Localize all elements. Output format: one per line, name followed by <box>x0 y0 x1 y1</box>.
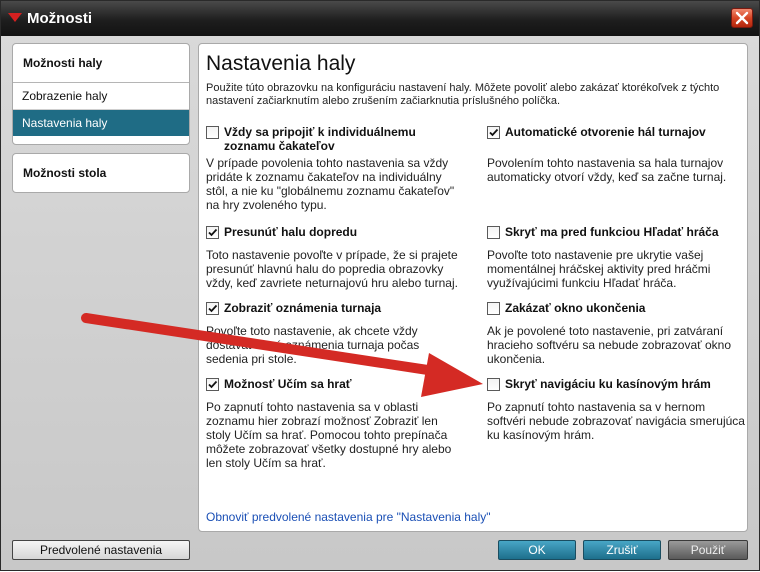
option-hide-casino-navigation[interactable]: Skryť navigáciu ku kasínovým hrám <box>487 377 747 391</box>
option-label: Možnosť Učím sa hrať <box>224 377 352 391</box>
sidebar-item-lobby-display[interactable]: Zobrazenie haly <box>13 83 189 110</box>
table-options-header[interactable]: Možnosti stola <box>13 154 189 192</box>
option-disable-exit-window[interactable]: Zakázať okno ukončenia <box>487 301 747 315</box>
option-hide-from-find-player[interactable]: Skryť ma pred funkciou Hľadať hráča <box>487 225 747 239</box>
checkbox[interactable] <box>487 126 500 139</box>
options-dialog: Možnosti Možnosti haly Zobrazenie haly N… <box>0 0 760 571</box>
settings-panel: Nastavenia haly Použite túto obrazovku n… <box>198 43 748 532</box>
apply-button[interactable]: Použiť <box>668 540 748 560</box>
option-label: Zobraziť oznámenia turnaja <box>224 301 382 315</box>
option-label: Presunúť halu dopredu <box>224 225 358 239</box>
window-title: Možnosti <box>27 10 92 27</box>
checkbox[interactable] <box>487 226 500 239</box>
option-label: Vždy sa pripojiť k individuálnemu zoznam… <box>224 125 416 153</box>
reset-defaults-link[interactable]: Obnoviť predvolené nastavenia pre "Nasta… <box>206 510 491 524</box>
option-description: Po zapnutí tohto nastavenia sa v oblasti… <box>206 400 452 470</box>
option-description: Toto nastavenie povoľte v prípade, že si… <box>206 248 458 290</box>
option-show-tournament-notifications[interactable]: Zobraziť oznámenia turnaja <box>206 301 466 315</box>
checkmark-icon <box>489 128 499 137</box>
option-description: Povolením tohto nastavenia sa hala turna… <box>487 156 727 184</box>
table-options-section: Možnosti stola <box>12 153 190 193</box>
checkbox[interactable] <box>206 226 219 239</box>
lobby-options-header[interactable]: Možnosti haly <box>13 44 189 83</box>
option-description: Po zapnutí tohto nastavenia sa v hernom … <box>487 400 745 442</box>
lobby-options-section: Možnosti haly Zobrazenie haly Nastavenia… <box>12 43 190 145</box>
checkbox[interactable] <box>487 378 500 391</box>
app-logo-icon <box>8 13 22 22</box>
checkbox[interactable] <box>487 302 500 315</box>
checkmark-icon <box>208 228 218 237</box>
defaults-button[interactable]: Predvolené nastavenia <box>12 540 190 560</box>
option-description: Ak je povolené toto nastavenie, pri zatv… <box>487 324 731 366</box>
option-label: Skryť navigáciu ku kasínovým hrám <box>505 377 711 391</box>
cancel-button[interactable]: Zrušiť <box>583 540 661 560</box>
close-icon <box>735 11 749 25</box>
option-bring-lobby-to-front[interactable]: Presunúť halu dopredu <box>206 225 466 239</box>
checkmark-icon <box>208 304 218 313</box>
option-join-individual-waitlist[interactable]: Vždy sa pripojiť k individuálnemu zoznam… <box>206 125 466 153</box>
option-description: Povoľte toto nastavenie pre ukrytie vaše… <box>487 248 711 290</box>
option-label: Zakázať okno ukončenia <box>505 301 646 315</box>
option-learn-to-play[interactable]: Možnosť Učím sa hrať <box>206 377 466 391</box>
option-auto-open-tournament-lobbies[interactable]: Automatické otvorenie hál turnajov <box>487 125 747 139</box>
option-label: Skryť ma pred funkciou Hľadať hráča <box>505 225 719 239</box>
option-label: Automatické otvorenie hál turnajov <box>505 125 706 139</box>
checkbox[interactable] <box>206 302 219 315</box>
ok-button[interactable]: OK <box>498 540 576 560</box>
option-description: V prípade povolenia tohto nastavenia sa … <box>206 156 455 212</box>
checkmark-icon <box>208 380 218 389</box>
page-description: Použite túto obrazovku na konfiguráciu n… <box>206 82 720 107</box>
option-description: Povoľte toto nastavenie, ak chcete vždy … <box>206 324 420 366</box>
checkbox[interactable] <box>206 126 219 139</box>
sidebar-item-lobby-settings[interactable]: Nastavenia haly <box>13 110 189 136</box>
close-button[interactable] <box>731 8 753 28</box>
title-bar[interactable]: Možnosti <box>1 1 759 36</box>
checkbox[interactable] <box>206 378 219 391</box>
page-title: Nastavenia haly <box>206 52 356 75</box>
